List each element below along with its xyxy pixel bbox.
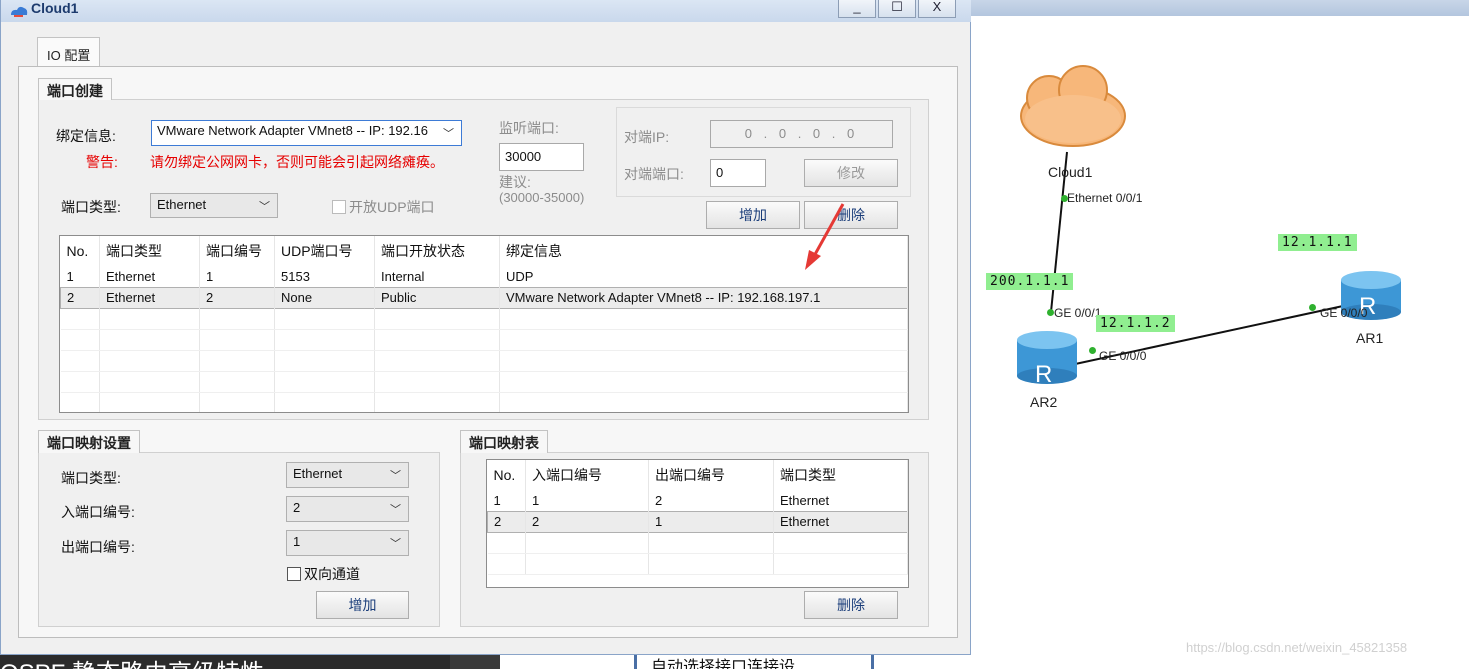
listen-port-input[interactable]: 30000 <box>499 143 584 171</box>
background-panel <box>450 655 500 669</box>
bind-select[interactable]: VMware Network Adapter VMnet8 -- IP: 192… <box>151 120 462 146</box>
chevron-down-icon: ﹀ <box>390 470 401 482</box>
close-button[interactable]: X <box>918 0 956 18</box>
maximize-button[interactable]: ☐ <box>878 0 916 18</box>
listen-port-label: 监听端口: <box>499 120 559 136</box>
table-header: No. 入端口编号 出端口编号 端口类型 <box>487 460 908 490</box>
peer-ip-label: 对端IP: <box>624 129 670 145</box>
minimize-button[interactable]: _ <box>838 0 876 18</box>
add-port-button[interactable]: 增加 <box>706 201 800 229</box>
annotation-arrow <box>805 203 845 270</box>
port-label-ar2-right: GE 0/0/0 <box>1099 349 1147 363</box>
table-header: No. 端口类型 端口编号 UDP端口号 端口开放状态 绑定信息 <box>60 236 908 266</box>
empty-row <box>60 308 908 330</box>
map-table-title: 端口映射表 <box>460 430 548 453</box>
router-ar2-letter: R <box>1035 361 1052 388</box>
bidirectional-checkbox[interactable]: 双向通道 <box>287 564 360 584</box>
router-ar2: R <box>1017 331 1077 388</box>
delete-mapping-button[interactable]: 删除 <box>804 591 898 619</box>
suggest-label: 建议: <box>499 174 531 190</box>
chevron-down-icon: ﹀ <box>259 201 270 213</box>
table-row[interactable]: 2 2 1 Ethernet <box>487 511 908 532</box>
in-port-label: 入端口编号: <box>61 504 135 520</box>
cloud-shape <box>1020 65 1126 147</box>
device-label-ar2: AR2 <box>1030 394 1058 410</box>
col-port-type[interactable]: 端口类型 <box>773 460 908 490</box>
port-label-ar1: GE 0/0/0 <box>1320 306 1368 320</box>
out-port-select[interactable]: 1 ﹀ <box>286 530 409 556</box>
port-label-ar2-up: GE 0/0/1 <box>1054 306 1102 320</box>
ip-label-ar2-right: 12.1.1.2 <box>1096 315 1175 332</box>
warning-text: 请勿绑定公网网卡，否则可能会引起网络瘫痪。 <box>150 154 444 170</box>
device-label-cloud1: Cloud1 <box>1048 164 1093 180</box>
checkbox-box <box>287 567 301 581</box>
empty-row <box>60 371 908 393</box>
port-type-select[interactable]: Ethernet ﹀ <box>150 193 278 218</box>
top-strip <box>971 0 1469 16</box>
port-table[interactable]: No. 端口类型 端口编号 UDP端口号 端口开放状态 绑定信息 1 Ether… <box>59 235 909 413</box>
port-type-label: 端口类型: <box>61 199 121 215</box>
empty-row <box>60 350 908 372</box>
watermark: https://blog.csdn.net/weixin_45821358 <box>1186 640 1408 655</box>
window-title: Cloud1 <box>31 0 79 16</box>
checkbox-box <box>332 200 346 214</box>
background-heading: OSPF 静态路由高级特性 <box>0 655 450 669</box>
table-row[interactable]: 1 Ethernet 1 5153 Internal UDP <box>60 266 908 287</box>
col-in-port[interactable]: 入端口编号 <box>525 460 649 490</box>
modify-button[interactable]: 修改 <box>804 159 898 187</box>
map-type-select[interactable]: Ethernet ﹀ <box>286 462 409 488</box>
add-mapping-button[interactable]: 增加 <box>316 591 409 619</box>
ip-label-ar1: 12.1.1.1 <box>1278 234 1357 251</box>
port-label-cloud: Ethernet 0/0/1 <box>1067 191 1143 205</box>
port-dot <box>1309 304 1316 311</box>
peer-ip-input[interactable]: 0 . 0 . 0 . 0 <box>710 120 893 148</box>
map-type-label: 端口类型: <box>61 470 121 486</box>
peer-port-input[interactable]: 0 <box>710 159 766 187</box>
port-dot <box>1047 309 1054 316</box>
topology-canvas: R R <box>1017 65 1401 388</box>
cloud1-window: Cloud1 _ ☐ X IO 配置 端口创建 绑定信息: VMware Net… <box>0 0 971 655</box>
warning-label: 警告: <box>86 154 118 170</box>
background-option: 自动选择接口连接设 <box>634 655 874 669</box>
col-status[interactable]: 端口开放状态 <box>374 236 500 266</box>
port-dot <box>1089 347 1096 354</box>
chevron-down-icon: ﹀ <box>390 538 401 550</box>
out-port-label: 出端口编号: <box>61 539 135 555</box>
empty-row <box>487 553 908 575</box>
in-port-select[interactable]: 2 ﹀ <box>286 496 409 522</box>
mapping-table[interactable]: No. 入端口编号 出端口编号 端口类型 1 1 2 Ethernet 2 2 … <box>486 459 909 588</box>
bind-label: 绑定信息: <box>56 128 116 144</box>
chevron-down-icon: ﹀ <box>443 128 454 140</box>
device-label-ar1: AR1 <box>1356 330 1384 346</box>
ip-label-ar2-up: 200.1.1.1 <box>986 273 1074 290</box>
col-number[interactable]: 端口编号 <box>199 236 275 266</box>
col-out-port[interactable]: 出端口编号 <box>648 460 774 490</box>
tab-io-config[interactable]: IO 配置 <box>37 37 101 67</box>
table-row[interactable]: 1 1 2 Ethernet <box>487 490 908 511</box>
title-bar[interactable]: Cloud1 _ ☐ X <box>1 0 971 22</box>
col-type[interactable]: 端口类型 <box>99 236 200 266</box>
port-create-title: 端口创建 <box>38 78 112 100</box>
suggest-range: (30000-35000) <box>499 190 585 205</box>
map-settings-title: 端口映射设置 <box>38 430 140 453</box>
col-udp[interactable]: UDP端口号 <box>274 236 375 266</box>
chevron-down-icon: ﹀ <box>390 504 401 516</box>
udp-checkbox[interactable]: 开放UDP端口 <box>332 197 435 217</box>
col-no[interactable]: No. <box>60 236 100 266</box>
empty-row <box>487 532 908 554</box>
empty-row <box>60 392 908 412</box>
peer-port-label: 对端端口: <box>624 166 684 182</box>
table-row[interactable]: 2 Ethernet 2 None Public VMware Network … <box>60 287 908 308</box>
cloud-app-icon <box>11 6 28 17</box>
col-no[interactable]: No. <box>487 460 526 490</box>
empty-row <box>60 329 908 351</box>
